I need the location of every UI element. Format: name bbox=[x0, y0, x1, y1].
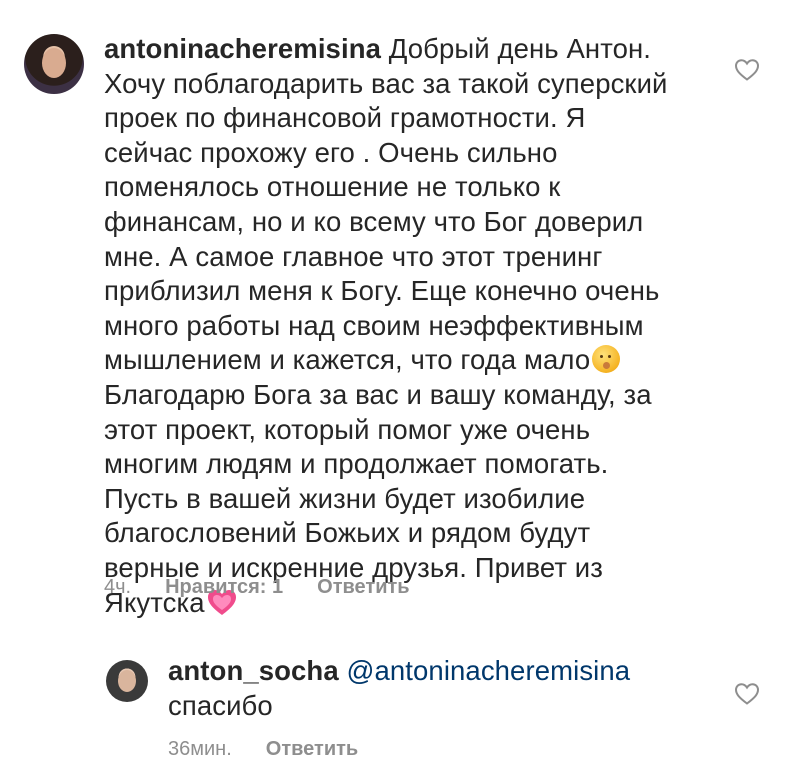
comment-line: Хочу поблагодарить вас за такой суперски… bbox=[104, 67, 668, 99]
comment-line: многим людям и продолжает помогать. bbox=[104, 448, 609, 480]
comment-line: сейчас прохожу его . Очень сильно bbox=[104, 136, 558, 168]
comment-time: 36мин. bbox=[168, 738, 232, 760]
heart-outline-icon[interactable] bbox=[734, 682, 760, 706]
reply-button[interactable]: Ответить bbox=[317, 576, 409, 599]
avatar[interactable] bbox=[24, 34, 84, 94]
comment-username[interactable]: anton_socha bbox=[168, 655, 339, 686]
comment-line: Пусть в вашей жизни будет изобилие bbox=[104, 482, 586, 514]
likes-count-button[interactable]: Нравится: 1 bbox=[165, 576, 283, 599]
comment-line: много работы над своим неэффективным bbox=[104, 309, 644, 341]
comment-line: спасибо bbox=[168, 689, 273, 721]
comment-line: мне. А самое главное что этот тренинг bbox=[104, 240, 603, 272]
mention-link[interactable]: @antoninacheremisina bbox=[346, 655, 630, 686]
comment-line: проек по финансовой грамотности. Я bbox=[104, 102, 586, 134]
comment-line: финансам, но и ко всему что Бог доверил bbox=[104, 205, 644, 237]
reply-button[interactable]: Ответить bbox=[266, 738, 358, 761]
comment-line: Добрый день Антон. bbox=[388, 33, 652, 64]
comment-line: мышлением и кажется, что года мало bbox=[104, 344, 591, 376]
comment-time: 4ч. bbox=[104, 576, 132, 598]
comment-text: anton_socha @antoninacheremisina спасибо bbox=[168, 654, 708, 723]
comment-username[interactable]: antoninacheremisina bbox=[104, 33, 381, 64]
comment-line: Благодарю Бога за вас и вашу команду, за bbox=[104, 378, 652, 410]
comment-text: antoninacheremisina Добрый день Антон. Х… bbox=[104, 32, 704, 620]
comment-line: приблизил меня к Богу. Еще конечно очень bbox=[104, 275, 660, 307]
comment-meta: 4ч. Нравится: 1 Ответить bbox=[104, 576, 444, 599]
comment-meta: 36мин. Ответить bbox=[168, 738, 392, 761]
face-with-hand-over-mouth-emoji-icon bbox=[592, 345, 621, 374]
comment-line: поменялось отношение не только к bbox=[104, 171, 561, 203]
heart-outline-icon[interactable] bbox=[734, 58, 760, 82]
comment-line: этот проект, который помог уже очень bbox=[104, 413, 591, 445]
avatar[interactable] bbox=[106, 660, 148, 702]
comment-line: благословений Божьих и рядом будут bbox=[104, 517, 591, 549]
